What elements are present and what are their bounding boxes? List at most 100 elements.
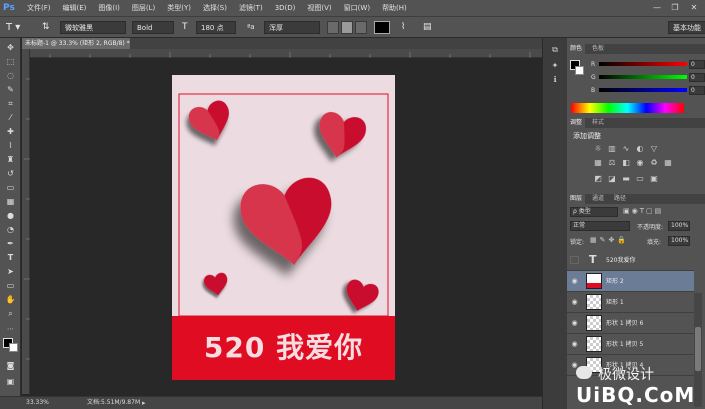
zoom-level[interactable]: 33.33% bbox=[26, 397, 49, 409]
layer-row[interactable]: ◉ 矩形 1 bbox=[567, 292, 694, 313]
history-brush-tool-icon[interactable]: ↺ bbox=[4, 168, 17, 179]
layer-row[interactable]: ◉ 形状 1 拷贝 6 bbox=[567, 313, 694, 334]
eye-icon[interactable]: ◉ bbox=[570, 298, 579, 306]
color-lookup-icon[interactable]: ▦ bbox=[663, 158, 673, 167]
threshold-icon[interactable]: ▬ bbox=[621, 174, 631, 183]
green-value[interactable]: 0 bbox=[689, 73, 705, 82]
align-right-button[interactable] bbox=[355, 21, 367, 34]
tab-paths[interactable]: 路径 bbox=[611, 194, 629, 204]
layers-scroll-thumb[interactable] bbox=[695, 327, 701, 371]
dodge-tool-icon[interactable]: ◔ bbox=[4, 224, 17, 235]
tab-color[interactable]: 颜色 bbox=[567, 44, 586, 54]
antialias-select[interactable]: 浑厚 bbox=[264, 21, 320, 34]
lock-icons[interactable]: ▦✎✥🔒 bbox=[590, 236, 629, 244]
document-canvas[interactable]: 520 我爱你 bbox=[172, 75, 395, 380]
menu-view[interactable]: 视图(V) bbox=[301, 3, 337, 13]
character-panel-icon[interactable]: ▤ bbox=[423, 21, 435, 34]
text-tool-icon[interactable]: T ▾ bbox=[6, 21, 28, 34]
clone-stamp-tool-icon[interactable]: ♜ bbox=[4, 154, 17, 165]
hand-tool-icon[interactable]: ✋ bbox=[4, 294, 17, 305]
green-slider[interactable] bbox=[599, 75, 687, 79]
orientation-toggle-icon[interactable]: ⇅ bbox=[42, 21, 56, 34]
eye-icon[interactable]: ◉ bbox=[570, 340, 579, 348]
menu-image[interactable]: 图像(I) bbox=[92, 3, 126, 13]
selective-color-icon[interactable]: ▣ bbox=[649, 174, 659, 183]
properties-panel-icon[interactable]: ✦ bbox=[549, 60, 561, 71]
tab-channels[interactable]: 通道 bbox=[589, 194, 607, 204]
exposure-icon[interactable]: ◐ bbox=[635, 144, 645, 153]
menu-3d[interactable]: 3D(D) bbox=[269, 4, 302, 12]
eye-icon[interactable]: ◉ bbox=[570, 319, 579, 327]
layer-filter-icons[interactable]: ▣◉T▢▤ bbox=[623, 207, 663, 215]
color-balance-icon[interactable]: ⚖ bbox=[607, 158, 617, 167]
eye-icon[interactable]: ◉ bbox=[570, 277, 579, 285]
warp-text-icon[interactable]: ⌇ bbox=[401, 21, 413, 34]
brush-tool-icon[interactable]: ⌇ bbox=[4, 140, 17, 151]
channel-mixer-icon[interactable]: ♻ bbox=[649, 158, 659, 167]
text-color-swatch[interactable] bbox=[374, 21, 390, 34]
menu-select[interactable]: 选择(S) bbox=[197, 3, 233, 13]
tab-adjustments[interactable]: 调整 bbox=[567, 118, 586, 128]
menu-type[interactable]: 类型(Y) bbox=[161, 3, 197, 13]
layer-row[interactable]: · T 520我爱你 bbox=[567, 250, 694, 271]
blue-slider[interactable] bbox=[599, 88, 687, 92]
more-tools-icon[interactable]: ⋯ bbox=[4, 324, 17, 335]
font-style-select[interactable]: Bold bbox=[132, 21, 174, 34]
close-button[interactable]: ✕ bbox=[688, 2, 700, 13]
red-value[interactable]: 0 bbox=[689, 60, 705, 69]
workspace-select[interactable]: 基本功能 bbox=[668, 21, 705, 34]
vertical-ruler[interactable] bbox=[22, 49, 30, 394]
info-panel-icon[interactable]: ℹ bbox=[549, 74, 561, 85]
vibrance-icon[interactable]: ▽ bbox=[649, 144, 659, 153]
blend-mode-select[interactable]: 正常 bbox=[570, 221, 630, 231]
menu-edit[interactable]: 编辑(E) bbox=[57, 3, 93, 13]
hue-saturation-icon[interactable]: ▦ bbox=[593, 158, 603, 167]
align-center-button[interactable] bbox=[341, 21, 353, 34]
marquee-tool-icon[interactable]: ⬚ bbox=[4, 56, 17, 67]
font-size-select[interactable]: 180 点 bbox=[196, 21, 236, 34]
layer-filter-select[interactable]: ρ 类型 bbox=[570, 207, 618, 217]
zoom-tool-icon[interactable]: ⌕ bbox=[4, 308, 17, 319]
color-spectrum[interactable] bbox=[571, 103, 684, 113]
pen-tool-icon[interactable]: ✒ bbox=[4, 238, 17, 249]
lasso-tool-icon[interactable]: ◌ bbox=[4, 70, 17, 81]
tab-styles[interactable]: 样式 bbox=[589, 118, 607, 128]
color-background-swatch[interactable] bbox=[575, 66, 584, 75]
restore-button[interactable]: ❐ bbox=[669, 2, 681, 13]
tab-swatches[interactable]: 色板 bbox=[589, 44, 607, 54]
quick-mask-icon[interactable]: ◙ bbox=[4, 360, 17, 371]
quick-select-tool-icon[interactable]: ✎ bbox=[4, 84, 17, 95]
gradient-tool-icon[interactable]: ▦ bbox=[4, 196, 17, 207]
minimize-button[interactable]: — bbox=[651, 2, 663, 13]
posterize-icon[interactable]: ◪ bbox=[607, 174, 617, 183]
menu-filter[interactable]: 滤镜(T) bbox=[233, 3, 269, 13]
background-color-swatch[interactable] bbox=[9, 343, 18, 352]
opacity-value[interactable]: 100% bbox=[668, 221, 690, 231]
document-tab[interactable]: 未标题-1 @ 33.3% (矩形 2, RGB/8) * bbox=[22, 38, 130, 49]
crop-tool-icon[interactable]: ⌗ bbox=[4, 98, 17, 109]
blue-value[interactable]: 0 bbox=[689, 86, 705, 95]
curves-icon[interactable]: ∿ bbox=[621, 144, 631, 153]
black-white-icon[interactable]: ◧ bbox=[621, 158, 631, 167]
menu-file[interactable]: 文件(F) bbox=[21, 3, 57, 13]
type-tool-icon[interactable]: T bbox=[4, 252, 17, 263]
red-slider[interactable] bbox=[599, 62, 687, 66]
visibility-toggle[interactable]: · bbox=[570, 256, 579, 264]
menu-window[interactable]: 窗口(W) bbox=[338, 3, 376, 13]
font-family-select[interactable]: 微软雅黑 bbox=[60, 21, 126, 34]
menu-help[interactable]: 帮助(H) bbox=[376, 3, 413, 13]
rectangle-tool-icon[interactable]: ▭ bbox=[4, 280, 17, 291]
invert-icon[interactable]: ◩ bbox=[593, 174, 603, 183]
levels-icon[interactable]: ▥ bbox=[607, 144, 617, 153]
eraser-tool-icon[interactable]: ▭ bbox=[4, 182, 17, 193]
move-tool-icon[interactable]: ✥ bbox=[4, 42, 17, 53]
layer-row[interactable]: ◉ 形状 1 拷贝 5 bbox=[567, 334, 694, 355]
brightness-icon[interactable]: ☼ bbox=[593, 144, 603, 153]
gradient-map-icon[interactable]: ▭ bbox=[635, 174, 645, 183]
menu-layer[interactable]: 图层(L) bbox=[126, 3, 161, 13]
tab-layers[interactable]: 图层 bbox=[567, 194, 586, 204]
photo-filter-icon[interactable]: ◉ bbox=[635, 158, 645, 167]
fill-value[interactable]: 100% bbox=[668, 236, 690, 246]
eyedropper-tool-icon[interactable]: ⁄ bbox=[4, 112, 17, 123]
horizontal-ruler[interactable] bbox=[30, 49, 542, 58]
